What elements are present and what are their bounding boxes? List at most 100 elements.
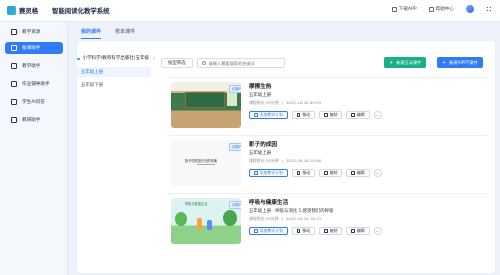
- courseware-grade: 五年级上册: [249, 151, 271, 156]
- sidebar-item-label: 教学资源: [22, 30, 41, 35]
- chalkboard-image: [185, 92, 225, 108]
- copy-button[interactable]: 复制: [319, 227, 343, 235]
- search-input[interactable]: [208, 60, 284, 66]
- search-icon: [201, 61, 206, 65]
- help-center-link[interactable]: 帮助中心: [428, 6, 454, 12]
- add-teaching-plan-button[interactable]: 添加教学计划: [249, 169, 288, 177]
- copy-button[interactable]: 复制: [319, 169, 343, 177]
- courseware-card[interactable]: 影子的成因与光的传播 创新PPT 影子的成因 五年级上册 课程时长:35分钟 |…: [167, 135, 487, 191]
- more-icon: ⋯: [375, 170, 380, 176]
- edit-icon: [351, 113, 355, 117]
- child-figure: [207, 220, 212, 230]
- sidebar-item-homework[interactable]: 作业辅导助手: [5, 78, 63, 90]
- add-teaching-plan-button[interactable]: 添加教学计划: [249, 227, 288, 235]
- edit-label: 编辑: [356, 228, 365, 233]
- tree-item-grade5-vol1[interactable]: 五年级上册: [77, 66, 151, 77]
- courseware-thumbnail[interactable]: 影子的成因与光的传播 创新PPT: [171, 140, 241, 186]
- courseware-meta: 课程时长:35分钟 | 2025-09-18 14:46: [249, 158, 321, 164]
- courseware-grade: 五年级上册: [249, 93, 271, 98]
- courseware-card[interactable]: 创新PPT 摩擦生热 五年级上册 课程时长:35分钟 | 2025-10-20 …: [167, 77, 487, 133]
- courseware-date: 2025-09-18 14:46: [285, 158, 321, 163]
- tree-root[interactable]: 小学科学(教育科学出版社)五年级 ›: [77, 56, 155, 62]
- download-app-link[interactable]: 下载APP: [391, 6, 417, 12]
- courseware-title[interactable]: 呼吸与健康生活: [249, 198, 288, 206]
- grid-icon[interactable]: [486, 6, 492, 12]
- app-subtitle: 智能阅读化教学系统: [52, 7, 110, 15]
- courseware-date: 2025-10-20 09:59: [285, 100, 321, 105]
- edit-button[interactable]: 编辑: [346, 169, 370, 177]
- more-options-button[interactable]: ⋯: [373, 227, 382, 235]
- meta-separator: |: [281, 158, 283, 163]
- tree-image: [175, 212, 187, 226]
- sidebar-item-teaching-assistant[interactable]: 教学助手: [5, 60, 63, 72]
- courseware-title[interactable]: 影子的成因: [249, 140, 277, 148]
- search-box[interactable]: [196, 58, 285, 68]
- copy-icon: [324, 171, 328, 175]
- courseware-duration: 课程时长:35分钟: [249, 158, 279, 163]
- child-figure: [197, 218, 202, 230]
- move-label: 移动: [302, 228, 311, 233]
- edit-icon: [351, 171, 355, 175]
- copy-icon: [324, 113, 328, 117]
- edit-button[interactable]: 编辑: [346, 111, 370, 119]
- avatar[interactable]: [466, 5, 474, 13]
- ppt-badge: 创新PPT: [229, 85, 241, 94]
- qa-icon: [11, 99, 17, 105]
- more-icon: ⋯: [375, 228, 380, 234]
- calendar-icon: [254, 171, 258, 175]
- add-plan-label: 添加教学计划: [259, 228, 283, 233]
- chevron-right-icon: ›: [153, 56, 155, 62]
- copy-label: 复制: [329, 112, 338, 117]
- filter-bar: 按型筛选: [161, 58, 285, 68]
- sidebar-item-label: 教研助手: [22, 118, 41, 123]
- more-icon: ⋯: [375, 112, 380, 118]
- sidebar-item-research[interactable]: 教研助手: [5, 114, 63, 126]
- new-aippt-courseware-button[interactable]: + 新建AIPPT课件: [437, 57, 483, 68]
- filter-button[interactable]: 按型筛选: [161, 58, 193, 68]
- tree-root-label: 小学科学(教育科学出版社)五年级: [82, 56, 150, 61]
- sidebar-item-resources[interactable]: 教学资源: [5, 26, 63, 38]
- move-button[interactable]: 移动: [291, 111, 316, 119]
- top-bar: 赛灵格 智能阅读化教学系统 下载APP 帮助中心: [0, 0, 500, 22]
- calendar-icon: [254, 113, 258, 117]
- courseware-thumbnail[interactable]: 创新PPT: [171, 82, 241, 128]
- ppt-badge: 创新PPT: [229, 143, 241, 152]
- courseware-card[interactable]: 呼吸与健康生活 创新PPT 呼吸与健康生活 五年级上册 · 呼吸与消化 1.感受…: [167, 193, 487, 249]
- tab-school-courseware[interactable]: 校本课件: [115, 25, 135, 39]
- add-plan-label: 添加教学计划: [259, 170, 283, 175]
- research-icon: [11, 117, 17, 123]
- more-options-button[interactable]: ⋯: [373, 111, 382, 119]
- tree-image: [223, 210, 237, 226]
- ppt-badge: 创新PPT: [229, 201, 241, 210]
- move-button[interactable]: 移动: [291, 227, 316, 235]
- tree-item-grade5-vol2[interactable]: 五年级下册: [77, 80, 151, 90]
- courseware-duration: 课程时长:35分钟: [249, 100, 279, 105]
- brand-name: 赛灵格: [19, 7, 39, 15]
- meta-separator: |: [281, 216, 283, 221]
- sidebar-item-student-qa[interactable]: 学生AI问答: [5, 96, 63, 108]
- add-teaching-plan-button[interactable]: 添加教学计划: [249, 111, 288, 119]
- teach-icon: [11, 63, 17, 69]
- sidebar: 教学资源 备课助手 教学助手 作业辅导助手 学生AI问答 教研助手: [0, 22, 68, 275]
- copy-button[interactable]: 复制: [319, 111, 343, 119]
- edit-button[interactable]: 编辑: [346, 227, 370, 235]
- thumbnail-title: 影子的成因与光的传播: [185, 159, 217, 163]
- homework-icon: [11, 81, 17, 87]
- tab-my-courseware[interactable]: 我的课件: [81, 25, 102, 39]
- sidebar-item-label: 作业辅导助手: [22, 82, 50, 87]
- main-area: 我的课件 校本课件 小学科学(教育科学出版社)五年级 › 五年级上册 五年级下册…: [72, 22, 496, 275]
- more-options-button[interactable]: ⋯: [373, 169, 382, 177]
- edit-label: 编辑: [356, 170, 365, 175]
- plus-icon: +: [389, 59, 394, 66]
- courseware-thumbnail[interactable]: 呼吸与健康生活 创新PPT: [171, 198, 241, 244]
- courseware-duration: 课程时长:35分钟: [249, 216, 279, 221]
- logo-icon: [7, 6, 16, 15]
- sidebar-item-label: 教学助手: [22, 64, 41, 69]
- move-button[interactable]: 移动: [291, 169, 316, 177]
- sidebar-item-prep-assistant[interactable]: 备课助手: [5, 42, 63, 54]
- new-interactive-courseware-button[interactable]: + 新建互动课件: [384, 57, 427, 68]
- meta-separator: |: [281, 100, 283, 105]
- thumbnail-title: 呼吸与健康生活: [185, 202, 208, 206]
- courseware-title[interactable]: 摩擦生热: [249, 82, 271, 90]
- download-icon: [391, 6, 397, 12]
